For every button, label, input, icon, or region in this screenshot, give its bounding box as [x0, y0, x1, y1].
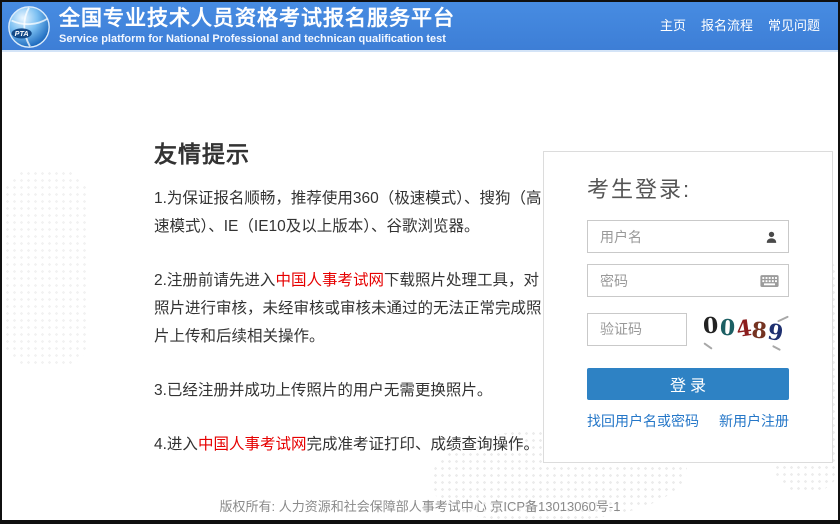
- password-input[interactable]: [588, 265, 788, 296]
- header-titles: 全国专业技术人员资格考试报名服务平台 Service platform for …: [59, 8, 455, 45]
- tip-text: 3.已经注册并成功上传照片的用户无需更换照片。: [154, 382, 492, 399]
- captcha-row: 00489: [587, 308, 789, 350]
- cpta-site-link[interactable]: 中国人事考试网: [198, 436, 307, 453]
- nav-faq-link[interactable]: 常见问题: [768, 15, 820, 34]
- login-button[interactable]: 登录: [587, 368, 789, 400]
- tip-item-3: 3.已经注册并成功上传照片的用户无需更换照片。: [154, 377, 544, 405]
- site-title: 全国专业技术人员资格考试报名服务平台: [59, 8, 455, 29]
- captcha-digit: 0: [719, 310, 736, 347]
- nav-home-link[interactable]: 主页: [660, 15, 686, 34]
- tip-text: 2.注册前请先进入: [154, 272, 275, 289]
- captcha-input[interactable]: [588, 314, 686, 345]
- login-title: 考生登录:: [587, 177, 789, 203]
- friendly-tips-section: 友情提示 1.为保证报名顺畅，推荐使用360（极速模式）、搜狗（高速模式）、IE…: [154, 135, 544, 485]
- footer-copyright: 版权所有: 人力资源和社会保障部人事考试中心 京ICP备13013060号-1: [2, 496, 838, 515]
- user-icon: [764, 229, 779, 245]
- top-nav: 主页 报名流程 常见问题: [660, 2, 820, 46]
- captcha-image[interactable]: 00489: [699, 308, 789, 350]
- new-user-register-link[interactable]: 新用户注册: [719, 411, 789, 431]
- tip-text: 完成准考证打印、成绩查询操作。: [306, 436, 539, 453]
- pta-logo-icon: PTA: [7, 5, 51, 49]
- tips-heading: 友情提示: [154, 135, 544, 169]
- tip-item-4: 4.进入中国人事考试网完成准考证打印、成绩查询操作。: [154, 431, 544, 459]
- captcha-field-wrapper: [587, 313, 687, 346]
- username-field-wrapper: [587, 220, 789, 253]
- header: PTA 全国专业技术人员资格考试报名服务平台 Service platform …: [2, 2, 838, 52]
- password-field-wrapper: [587, 264, 789, 297]
- nav-process-link[interactable]: 报名流程: [701, 15, 753, 34]
- tip-item-2: 2.注册前请先进入中国人事考试网下载照片处理工具，对照片进行审核，未经审核或审核…: [154, 267, 544, 351]
- captcha-digit: 0: [703, 308, 720, 345]
- pta-logo-text: PTA: [15, 29, 29, 38]
- username-input[interactable]: [588, 221, 788, 252]
- login-links-row: 找回用户名或密码 新用户注册: [587, 411, 789, 431]
- cpta-site-link[interactable]: 中国人事考试网: [275, 272, 384, 289]
- candidate-login-panel: 考生登录:: [543, 151, 833, 463]
- site-subtitle: Service platform for National Profession…: [59, 34, 455, 45]
- worldmap-watermark: [4, 170, 88, 366]
- forgot-credentials-link[interactable]: 找回用户名或密码: [587, 411, 699, 431]
- tip-text: 1.为保证报名顺畅，推荐使用360（极速模式）、搜狗（高速模式）、IE（IE10…: [154, 190, 542, 235]
- keyboard-icon: [760, 274, 779, 287]
- tip-text: 4.进入: [154, 436, 198, 453]
- page-frame: PTA 全国专业技术人员资格考试报名服务平台 Service platform …: [0, 0, 840, 524]
- tip-item-1: 1.为保证报名顺畅，推荐使用360（极速模式）、搜狗（高速模式）、IE（IE10…: [154, 185, 544, 241]
